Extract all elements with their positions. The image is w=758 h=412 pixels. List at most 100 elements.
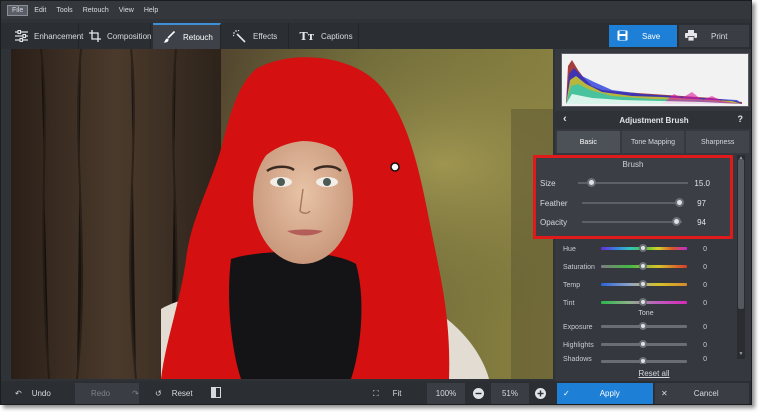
tab-captions-label: Captions	[321, 31, 353, 41]
hue-value: 0	[703, 245, 707, 253]
shadows-slider-knob[interactable]	[639, 357, 647, 364]
fit-screen-icon: ⛶	[373, 388, 379, 398]
apply-button[interactable]: ✓ Apply	[557, 383, 653, 404]
highlights-label: Highlights	[563, 341, 594, 349]
menu-bar: File Edit Tools Retouch View Help	[1, 1, 751, 19]
brush-settings-highlight: Brush Size 15.0 Feather 97 Opacity 94	[533, 155, 733, 239]
exposure-label: Exposure	[563, 323, 593, 331]
feather-slider-track[interactable]	[582, 202, 682, 204]
sliders-icon	[15, 28, 28, 44]
undo-button[interactable]: ↶ Undo	[7, 383, 71, 404]
hue-slider-knob[interactable]	[639, 244, 647, 252]
tint-slider-row: Tint 0	[563, 296, 733, 310]
panel-scrollbar[interactable]: ▲ ▼	[737, 155, 745, 359]
reset-all-link[interactable]: Reset all	[555, 369, 751, 378]
shadows-value: 0	[703, 355, 707, 363]
tab-enhancement-label: Enhancement	[34, 31, 84, 41]
subtab-tone-mapping[interactable]: Tone Mapping	[621, 131, 685, 153]
saturation-slider-knob[interactable]	[639, 262, 647, 270]
feather-slider-knob[interactable]	[675, 198, 684, 207]
size-slider-knob[interactable]	[587, 178, 597, 187]
tint-value: 0	[703, 299, 707, 307]
opacity-slider-row: Opacity 94	[540, 215, 728, 229]
temp-slider-knob[interactable]	[639, 280, 647, 288]
exposure-slider-row: Exposure 0	[563, 320, 733, 334]
scroll-down-icon[interactable]: ▼	[737, 351, 745, 359]
edited-photo	[11, 49, 553, 379]
magic-wand-icon	[231, 28, 247, 44]
menu-retouch[interactable]: Retouch	[79, 6, 113, 15]
hue-label: Hue	[563, 245, 576, 253]
menu-tools[interactable]: Tools	[52, 6, 76, 15]
tab-retouch-label: Retouch	[183, 32, 213, 42]
subtab-sharpness[interactable]: Sharpness	[686, 131, 750, 153]
apply-label: Apply	[599, 389, 620, 398]
print-label: Print	[711, 31, 728, 41]
print-button[interactable]: Print	[679, 25, 749, 47]
save-button[interactable]: Save	[609, 25, 677, 47]
opacity-slider-knob[interactable]	[672, 217, 681, 226]
save-label: Save	[642, 31, 661, 41]
menu-view[interactable]: View	[115, 6, 138, 15]
undo-icon: ↶	[15, 389, 22, 398]
highlights-slider-row: Highlights 0	[563, 338, 733, 352]
size-slider-row: Size 15.0	[540, 176, 728, 190]
temp-value: 0	[703, 281, 707, 289]
highlights-slider-knob[interactable]	[639, 340, 647, 348]
tab-composition[interactable]: Composition	[81, 23, 151, 49]
checkmark-icon: ✓	[563, 389, 570, 398]
brush-cursor-icon	[390, 162, 400, 172]
compare-button[interactable]	[211, 383, 231, 404]
reset-button[interactable]: ↺ Reset	[149, 383, 201, 404]
tint-slider-knob[interactable]	[639, 298, 647, 306]
redo-icon: ↷	[132, 389, 139, 398]
brush-icon	[161, 29, 177, 45]
subtab-basic[interactable]: Basic	[557, 131, 620, 153]
shadows-label: Shadows	[563, 355, 592, 363]
zoom-100-button[interactable]: 100%	[427, 383, 465, 404]
feather-value: 97	[697, 198, 706, 208]
close-icon: ✕	[661, 389, 668, 398]
brush-section-label: Brush	[622, 160, 644, 169]
menu-file[interactable]: File	[7, 4, 29, 16]
cancel-button[interactable]: ✕ Cancel	[655, 383, 749, 404]
text-icon: Tт	[299, 29, 315, 43]
tone-section-label: Tone	[638, 310, 654, 317]
panel-title: Adjustment Brush	[619, 115, 689, 125]
temp-label: Temp	[563, 281, 581, 289]
tab-enhancement[interactable]: Enhancement	[7, 23, 83, 49]
size-value: 15.0	[694, 178, 710, 188]
fit-label: Fit	[392, 389, 402, 398]
scrollbar-thumb[interactable]	[738, 159, 744, 309]
app-window: File Edit Tools Retouch View Help Enhanc…	[0, 0, 752, 405]
feather-slider-row: Feather 97	[540, 196, 728, 210]
back-arrow-icon[interactable]: ‹	[563, 113, 567, 125]
tab-retouch[interactable]: Retouch	[153, 23, 221, 49]
highlights-value: 0	[703, 341, 707, 349]
redo-label: Redo	[91, 389, 111, 398]
opacity-value: 94	[697, 217, 706, 227]
photo-canvas[interactable]	[11, 49, 553, 379]
menu-edit[interactable]: Edit	[30, 6, 50, 15]
zoom-level-field[interactable]: 51%	[491, 383, 529, 404]
saturation-label: Saturation	[563, 263, 595, 271]
exposure-value: 0	[703, 323, 707, 331]
tab-composition-label: Composition	[107, 31, 152, 41]
saturation-value: 0	[703, 263, 707, 271]
exposure-slider-knob[interactable]	[639, 322, 647, 330]
zoom-out-icon[interactable]	[473, 383, 487, 404]
opacity-slider-track[interactable]	[582, 221, 682, 223]
help-icon[interactable]: ?	[738, 114, 744, 124]
tab-effects-label: Effects	[253, 31, 278, 41]
tab-effects[interactable]: Effects	[223, 23, 289, 49]
zoom-in-icon[interactable]	[535, 383, 549, 404]
crop-icon	[89, 28, 101, 44]
fit-button[interactable]: ⛶ Fit	[369, 383, 423, 404]
redo-button[interactable]: Redo ↷	[75, 383, 139, 404]
tab-captions[interactable]: Tт Captions	[291, 23, 359, 49]
adjustment-panel: ‹ Adjustment Brush ? Basic Tone Mapping …	[533, 49, 751, 381]
compare-icon	[211, 387, 221, 400]
subtab-bar: Basic Tone Mapping Sharpness	[557, 131, 750, 153]
menu-help[interactable]: Help	[140, 6, 162, 15]
floppy-disk-icon	[617, 30, 628, 43]
